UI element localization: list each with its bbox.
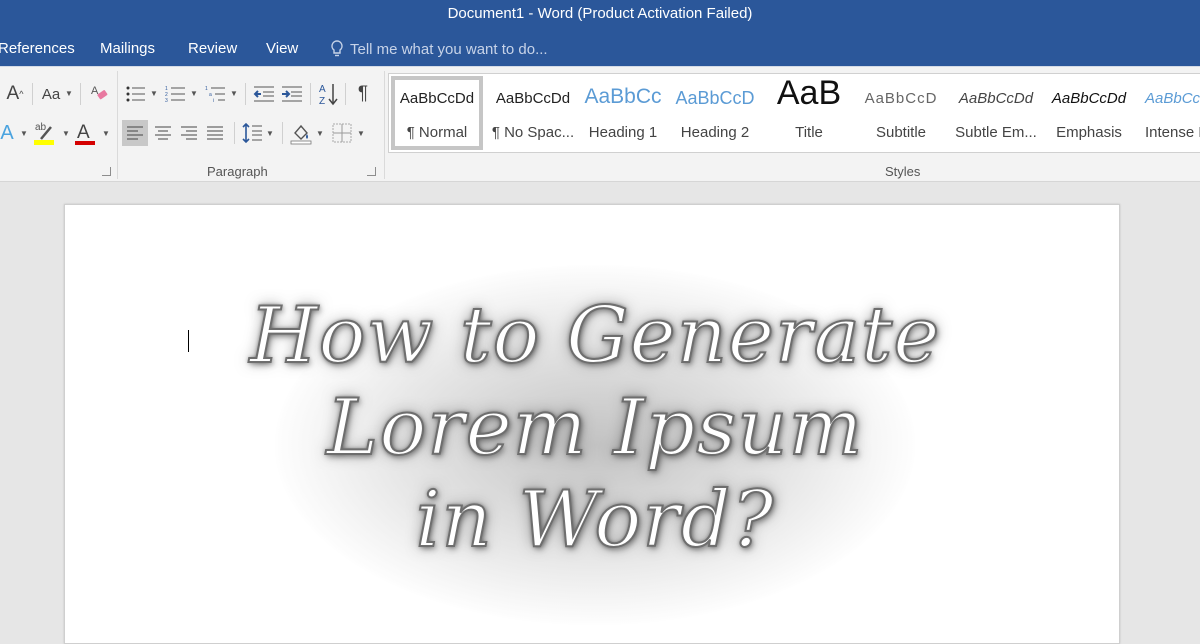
svg-text:A: A: [319, 84, 326, 95]
svg-text:Z: Z: [319, 96, 325, 106]
style-sample: AaB: [776, 74, 842, 112]
style-name: Heading 2: [680, 124, 750, 141]
style-sample: AaBbCcDd: [495, 90, 571, 107]
numbering-icon[interactable]: 123: [164, 83, 188, 105]
headline-line-2: Lorem Ipsum: [326, 382, 864, 474]
change-case-icon[interactable]: Aa: [38, 83, 64, 105]
ribbon-tabs: References Mailings Review View Tell me …: [0, 32, 1200, 66]
chevron-down-icon[interactable]: ▼: [266, 129, 274, 138]
window-title: Document1 - Word (Product Activation Fai…: [447, 5, 753, 22]
headline-overlay: How to Generate Lorem Ipsum in Word?: [215, 290, 975, 566]
style-name: Emphasis: [1056, 124, 1122, 141]
change-case-label: Aa: [41, 85, 61, 103]
shading-icon[interactable]: [288, 119, 314, 147]
align-left-icon[interactable]: [122, 120, 148, 146]
multilevel-list-icon[interactable]: 1ai: [204, 83, 228, 105]
grow-font-icon[interactable]: A ^: [4, 83, 26, 105]
bullets-icon[interactable]: [124, 83, 148, 105]
style-heading-2[interactable]: AaBbCcD Heading 2: [675, 76, 755, 150]
increase-indent-icon[interactable]: [280, 83, 304, 105]
style-sample: AaBbCc: [584, 85, 662, 108]
styles-group-label: Styles: [885, 164, 921, 179]
align-right-icon[interactable]: [176, 120, 202, 146]
group-separator: [384, 71, 385, 179]
style-name: Subtitle: [875, 124, 927, 141]
chevron-down-icon[interactable]: ▼: [316, 129, 324, 138]
style-name: Intense E: [1145, 124, 1200, 141]
tab-review[interactable]: Review: [188, 40, 237, 57]
tab-mailings[interactable]: Mailings: [100, 40, 155, 57]
tab-references[interactable]: References: [0, 40, 75, 57]
svg-text:a: a: [209, 92, 212, 98]
justify-icon[interactable]: [202, 120, 228, 146]
style-name: ¶ No Spac...: [491, 124, 575, 141]
svg-text:i: i: [213, 98, 214, 103]
style-sample: AaBbCcDd: [1051, 90, 1127, 107]
group-separator: [117, 71, 118, 179]
style-name: Heading 1: [588, 124, 658, 141]
style-sample: AaBbCcDd: [1145, 90, 1200, 107]
line-spacing-icon[interactable]: [240, 120, 264, 146]
text-effects-icon[interactable]: A: [0, 121, 18, 145]
svg-text:1: 1: [205, 86, 208, 92]
text-cursor: [188, 330, 189, 352]
style-name: Subtle Em...: [955, 124, 1037, 141]
style-emphasis[interactable]: AaBbCcDd Emphasis: [1045, 76, 1133, 150]
headline-line-1: How to Generate: [249, 290, 941, 382]
style-no-spacing[interactable]: AaBbCcDd ¶ No Spac...: [485, 76, 581, 150]
decrease-indent-icon[interactable]: [252, 83, 276, 105]
paragraph-group-label: Paragraph: [207, 164, 268, 179]
align-center-icon[interactable]: [150, 120, 176, 146]
show-formatting-marks-icon[interactable]: ¶: [352, 82, 374, 106]
separator: [80, 83, 81, 105]
style-sample: AaBbCcDd: [399, 90, 475, 107]
chevron-down-icon[interactable]: ▼: [150, 89, 158, 98]
document-page[interactable]: How to Generate Lorem Ipsum in Word?: [64, 204, 1120, 644]
chevron-down-icon[interactable]: ▼: [190, 89, 198, 98]
chevron-down-icon[interactable]: ▼: [230, 89, 238, 98]
chevron-down-icon[interactable]: ▼: [62, 129, 70, 138]
borders-icon[interactable]: [330, 120, 354, 146]
document-canvas: How to Generate Lorem Ipsum in Word?: [0, 182, 1200, 644]
style-sample: AaBbCcDd: [958, 90, 1034, 107]
font-dialog-launcher[interactable]: [102, 167, 111, 176]
style-title[interactable]: AaB Title: [765, 74, 853, 150]
style-heading-1[interactable]: AaBbCc Heading 1: [583, 76, 663, 150]
separator: [310, 83, 311, 105]
ribbon: A ^ Aa ▼ A A ▼ ab ▼ A ▼ ▼ 123 ▼ 1ai ▼ AZ …: [0, 66, 1200, 182]
style-sample: AaBbCcD: [864, 90, 938, 107]
svg-text:ab: ab: [35, 122, 47, 133]
sort-icon[interactable]: AZ: [316, 81, 340, 107]
title-bar: Document1 - Word (Product Activation Fai…: [0, 0, 1200, 32]
style-subtle-emphasis[interactable]: AaBbCcDd Subtle Em...: [951, 76, 1041, 150]
separator: [345, 83, 346, 105]
highlight-color-icon[interactable]: ab: [32, 119, 58, 147]
clear-formatting-icon[interactable]: A: [88, 81, 112, 105]
headline-line-3: in Word?: [415, 474, 775, 566]
chevron-down-icon[interactable]: ▼: [102, 129, 110, 138]
pilcrow-glyph: ¶: [357, 83, 369, 104]
style-normal[interactable]: AaBbCcDd ¶ Normal: [391, 76, 483, 150]
chevron-down-icon[interactable]: ▼: [65, 89, 73, 98]
styles-gallery: AaBbCcDd ¶ Normal AaBbCcDd ¶ No Spac... …: [388, 73, 1200, 153]
style-name: ¶ Normal: [406, 124, 468, 141]
style-sample: AaBbCcD: [675, 88, 755, 108]
lightbulb-icon: [331, 40, 343, 57]
chevron-down-icon[interactable]: ▼: [20, 129, 28, 138]
separator: [32, 83, 33, 105]
style-intense-emphasis[interactable]: AaBbCcDd Intense E: [1141, 76, 1200, 150]
font-color-icon[interactable]: A: [72, 119, 98, 147]
tab-view[interactable]: View: [266, 40, 298, 57]
chevron-down-icon[interactable]: ▼: [357, 129, 365, 138]
tell-me-placeholder: Tell me what you want to do...: [350, 40, 548, 58]
paragraph-dialog-launcher[interactable]: [367, 167, 376, 176]
svg-text:3: 3: [165, 98, 168, 103]
style-name: Title: [795, 124, 823, 141]
style-subtitle[interactable]: AaBbCcD Subtitle: [859, 76, 943, 150]
separator: [245, 83, 246, 105]
tell-me-box[interactable]: Tell me what you want to do...: [330, 40, 548, 58]
separator: [282, 122, 283, 144]
separator: [234, 122, 235, 144]
svg-text:A: A: [77, 122, 90, 143]
